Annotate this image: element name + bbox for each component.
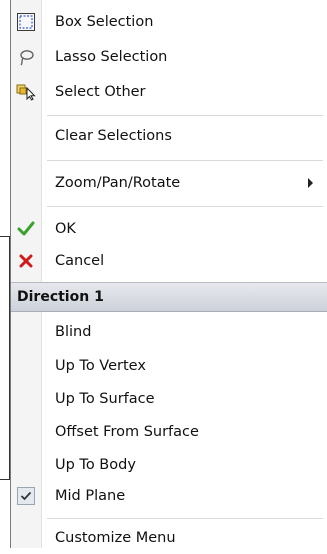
- menu-separator: [47, 160, 323, 161]
- blind-label: Blind: [55, 324, 92, 340]
- menu-item-blind[interactable]: Blind: [11, 316, 327, 348]
- box-selection-icon: [16, 12, 36, 32]
- box-selection-label: Box Selection: [55, 14, 154, 30]
- submenu-arrow-icon: [308, 178, 313, 188]
- menu-item-up-to-vertex[interactable]: Up To Vertex: [11, 350, 327, 382]
- menu-separator: [47, 206, 323, 207]
- clear-selections-label: Clear Selections: [55, 128, 172, 144]
- lasso-icon: [16, 47, 36, 67]
- up-to-surface-label: Up To Surface: [55, 391, 155, 407]
- menu-item-zoom-pan-rotate[interactable]: Zoom/Pan/Rotate: [11, 167, 327, 199]
- section-title: Direction 1: [17, 289, 104, 305]
- section-header-direction: Direction 1: [11, 282, 327, 312]
- lasso-selection-label: Lasso Selection: [55, 49, 168, 65]
- menu-item-up-to-surface[interactable]: Up To Surface: [11, 383, 327, 415]
- select-other-label: Select Other: [55, 84, 146, 100]
- customize-menu-label: Customize Menu: [55, 530, 176, 546]
- menu-item-ok[interactable]: OK: [11, 213, 327, 245]
- x-icon: [16, 251, 36, 271]
- menu-item-box-selection[interactable]: Box Selection: [11, 6, 327, 38]
- cancel-label: Cancel: [55, 253, 105, 269]
- zoom-pan-rotate-label: Zoom/Pan/Rotate: [55, 175, 181, 191]
- menu-item-offset-from-surface[interactable]: Offset From Surface: [11, 416, 327, 448]
- mid-plane-check-box: [17, 487, 35, 505]
- menu-item-customize-menu[interactable]: Customize Menu: [11, 522, 327, 554]
- menu-item-mid-plane[interactable]: Mid Plane: [11, 480, 327, 512]
- menu-separator: [47, 115, 323, 116]
- select-other-icon: [16, 82, 36, 102]
- menu-item-up-to-body[interactable]: Up To Body: [11, 449, 327, 481]
- menu-item-clear-selections[interactable]: Clear Selections: [11, 120, 327, 152]
- menu-item-select-other[interactable]: Select Other: [11, 76, 327, 108]
- context-menu: Box Selection Lasso Selection Select Oth…: [10, 0, 327, 548]
- ok-label: OK: [55, 221, 76, 237]
- offset-from-surface-label: Offset From Surface: [55, 424, 199, 440]
- checkbox-check-icon: [16, 486, 36, 506]
- menu-separator: [47, 518, 323, 519]
- up-to-vertex-label: Up To Vertex: [55, 358, 146, 374]
- background-window-edge: [0, 236, 10, 480]
- menu-item-lasso-selection[interactable]: Lasso Selection: [11, 41, 327, 73]
- menu-item-cancel[interactable]: Cancel: [11, 245, 327, 277]
- checkmark-icon: [16, 219, 36, 239]
- mid-plane-label: Mid Plane: [55, 488, 126, 504]
- up-to-body-label: Up To Body: [55, 457, 136, 473]
